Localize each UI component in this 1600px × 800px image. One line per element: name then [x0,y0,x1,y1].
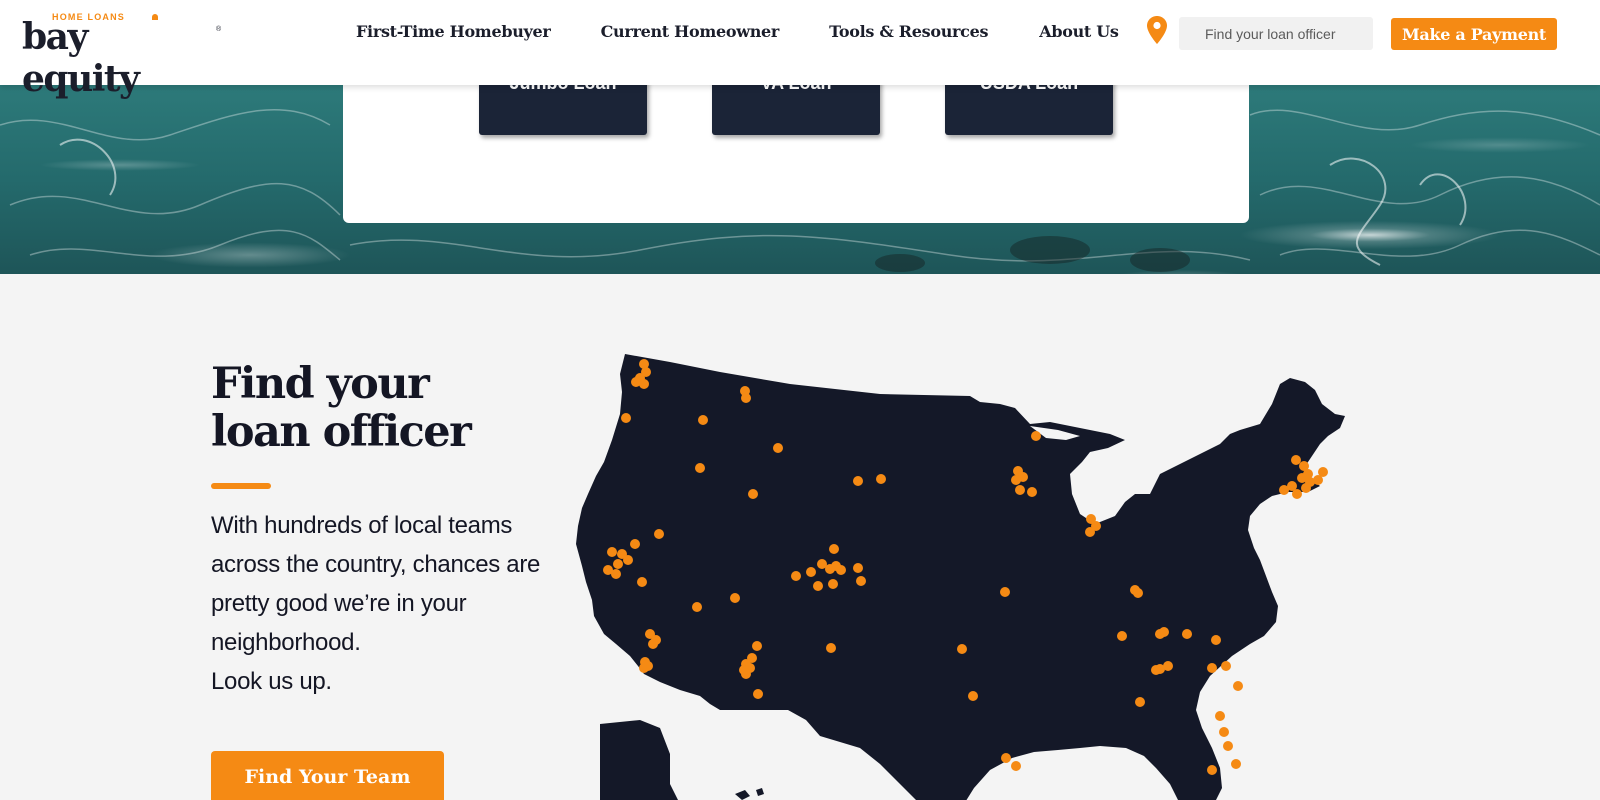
hero-water-banner: Jumbo Loan VA Loan USDA Loan [0,85,1600,274]
map-pin-icon[interactable] [1147,16,1167,44]
us-locations-map[interactable] [560,344,1380,800]
va-loan-label: VA Loan [712,85,880,93]
nav-tools-resources[interactable]: Tools & Resources [829,22,988,41]
description-line: across the country, chances are [211,551,541,578]
main-nav: First-Time Homebuyer Current Homeowner T… [356,22,1119,41]
section-title: Find your loan officer [211,360,531,456]
site-header: HOME LOANS bay equity ® First-Time Homeb… [0,0,1600,100]
logo-registered-mark: ® [216,26,222,33]
usda-loan-label: USDA Loan [945,85,1113,93]
description-line: pretty good we’re in your [211,590,467,617]
nav-about-us[interactable]: About Us [1039,22,1119,41]
logo-wordmark: bay equity [22,16,140,100]
jumbo-loan-label: Jumbo Loan [479,85,647,93]
section-title-line: Find your [211,359,430,409]
nav-first-time-homebuyer[interactable]: First-Time Homebuyer [356,22,551,41]
jumbo-loan-button[interactable]: Jumbo Loan [479,85,647,135]
bay-equity-logo[interactable]: HOME LOANS bay equity ® [22,12,221,100]
description-line: Look us up. [211,668,332,695]
title-accent-bar [211,483,271,489]
loan-types-card: Jumbo Loan VA Loan USDA Loan [343,85,1249,223]
description-line: With hundreds of local teams [211,512,513,539]
find-your-team-button[interactable]: Find Your Team [211,751,444,800]
us-map-shape [576,354,1345,800]
section-description: With hundreds of local teams across the … [211,506,571,701]
va-loan-button[interactable]: VA Loan [712,85,880,135]
loan-officer-search-input[interactable] [1179,17,1373,50]
find-loan-officer-section: Find your loan officer With hundreds of … [0,274,1600,800]
section-title-line: loan officer [211,407,472,457]
nav-current-homeowner[interactable]: Current Homeowner [601,22,780,41]
usda-loan-button[interactable]: USDA Loan [945,85,1113,135]
description-line: neighborhood. [211,629,361,656]
make-payment-button[interactable]: Make a Payment [1391,18,1557,50]
logo-roof-mark [152,14,158,20]
